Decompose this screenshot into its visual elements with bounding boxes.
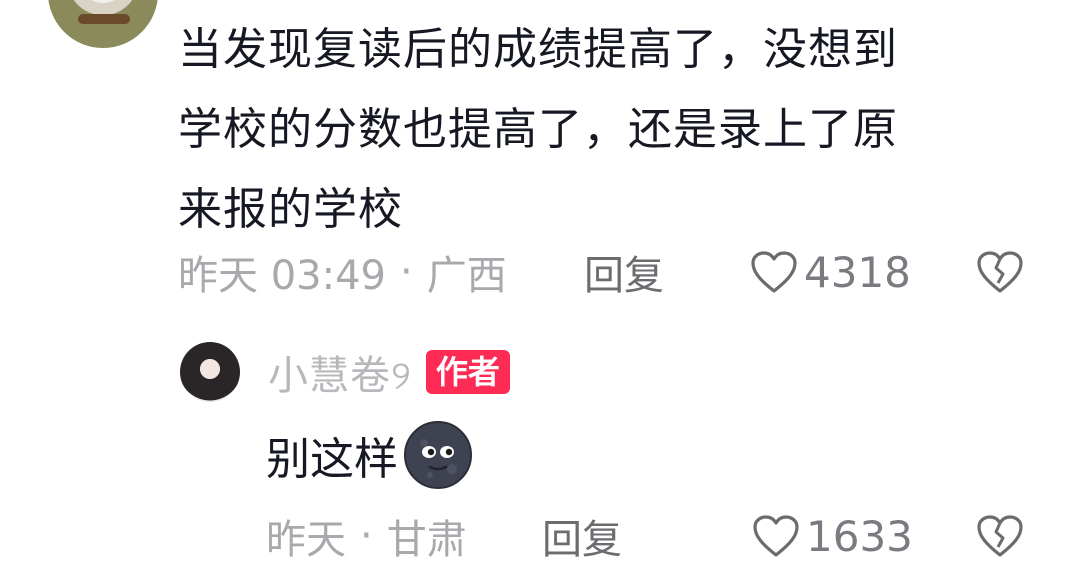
new-moon-face-icon bbox=[404, 421, 472, 489]
commenter-avatar[interactable] bbox=[48, 0, 158, 48]
avatar-collar-detail bbox=[78, 14, 130, 24]
dislike-button[interactable] bbox=[976, 514, 1024, 562]
like-count: 1633 bbox=[806, 511, 913, 561]
like-count: 4318 bbox=[804, 247, 911, 297]
like-button[interactable]: 1633 bbox=[752, 506, 913, 566]
meta-separator: · bbox=[400, 249, 413, 295]
reply-meta: 昨天 · 甘肃 回复 bbox=[266, 506, 1046, 566]
dislike-button[interactable] bbox=[976, 250, 1024, 298]
reply-button[interactable]: 回复 bbox=[542, 507, 622, 565]
like-button[interactable]: 4318 bbox=[750, 242, 911, 302]
broken-heart-icon bbox=[977, 515, 1023, 557]
comment-meta: 昨天 03:49 · 广西 回复 bbox=[178, 242, 1058, 302]
reply-location: 甘肃 bbox=[386, 517, 467, 563]
reply-author-row: 小慧卷୨ 作者 bbox=[268, 344, 510, 400]
broken-heart-icon bbox=[977, 251, 1023, 293]
reply-text: 别这样 bbox=[266, 434, 398, 485]
reply-time: 昨天 bbox=[266, 517, 346, 563]
comment-line: 来报的学校 bbox=[178, 184, 403, 235]
comment-thread: 当发现复读后的成绩提高了，没想到 学校的分数也提高了，还是录上了原 来报的学校 … bbox=[0, 0, 1080, 580]
comment-body: 当发现复读后的成绩提高了，没想到 学校的分数也提高了，还是录上了原 来报的学校 bbox=[178, 10, 1038, 250]
meta-separator: · bbox=[360, 513, 373, 559]
heart-outline-icon bbox=[751, 251, 797, 293]
comment-location: 广西 bbox=[426, 253, 507, 299]
comment-time: 昨天 03:49 bbox=[178, 253, 386, 299]
author-badge: 作者 bbox=[425, 350, 510, 394]
reply-button[interactable]: 回复 bbox=[584, 243, 664, 301]
heart-outline-icon bbox=[753, 515, 799, 557]
reply-author-name[interactable]: 小慧卷୨ bbox=[268, 343, 412, 401]
comment-line: 学校的分数也提高了，还是录上了原 bbox=[178, 104, 898, 155]
reply-body: 别这样 bbox=[266, 420, 474, 490]
reply-author-avatar[interactable] bbox=[180, 342, 240, 402]
comment-line: 当发现复读后的成绩提高了，没想到 bbox=[178, 24, 898, 75]
